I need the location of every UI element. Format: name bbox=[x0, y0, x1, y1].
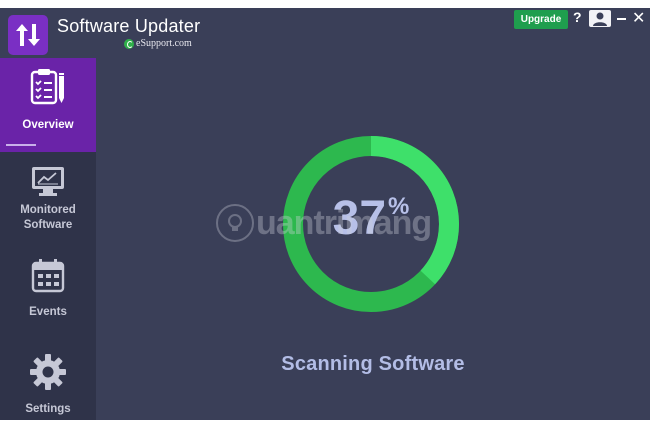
active-tab-indicator bbox=[6, 144, 36, 146]
minimize-button[interactable] bbox=[617, 18, 626, 20]
app-logo bbox=[8, 15, 48, 55]
lightbulb-icon bbox=[216, 204, 254, 242]
gear-icon bbox=[28, 352, 68, 397]
sidebar-item-events[interactable]: Events bbox=[0, 258, 96, 328]
scan-status: Scanning Software bbox=[281, 353, 465, 375]
watermark: uantrimang bbox=[216, 203, 432, 243]
watermark-text: uantrimang bbox=[256, 203, 432, 242]
clipboard-checklist-icon bbox=[28, 68, 68, 111]
sidebar-item-overview[interactable]: Overview bbox=[0, 58, 96, 152]
app-subtitle-text: eSupport.com bbox=[136, 38, 192, 49]
sidebar-item-label: Settings bbox=[25, 403, 71, 415]
app-title: Software Updater bbox=[57, 16, 201, 36]
title-bar: Software Updater eSupport.com Upgrade ? … bbox=[0, 8, 650, 58]
sidebar-item-settings[interactable]: Settings bbox=[0, 352, 96, 420]
close-button[interactable]: ✕ bbox=[632, 8, 645, 28]
esupport-logo-icon bbox=[124, 38, 134, 49]
user-account-button[interactable] bbox=[589, 10, 611, 27]
sidebar: Overview Monitored Software Events Setti… bbox=[0, 58, 96, 420]
sidebar-item-label: Overview bbox=[22, 119, 74, 131]
help-button[interactable]: ? bbox=[573, 9, 582, 25]
user-icon bbox=[593, 12, 607, 26]
app-subtitle: eSupport.com bbox=[124, 38, 192, 49]
app-window: Software Updater eSupport.com Upgrade ? … bbox=[0, 8, 650, 420]
calendar-icon bbox=[30, 258, 66, 299]
updown-arrows-icon bbox=[16, 24, 40, 46]
upgrade-button[interactable]: Upgrade bbox=[514, 10, 568, 29]
sidebar-item-label: Events bbox=[29, 306, 67, 318]
main-panel: 37% uantrimang Scanning Software bbox=[96, 58, 650, 420]
sidebar-item-monitored-software[interactable]: Monitored Software bbox=[0, 166, 96, 246]
monitor-chart-icon bbox=[30, 166, 66, 203]
sidebar-item-label: Monitored Software bbox=[20, 204, 76, 231]
